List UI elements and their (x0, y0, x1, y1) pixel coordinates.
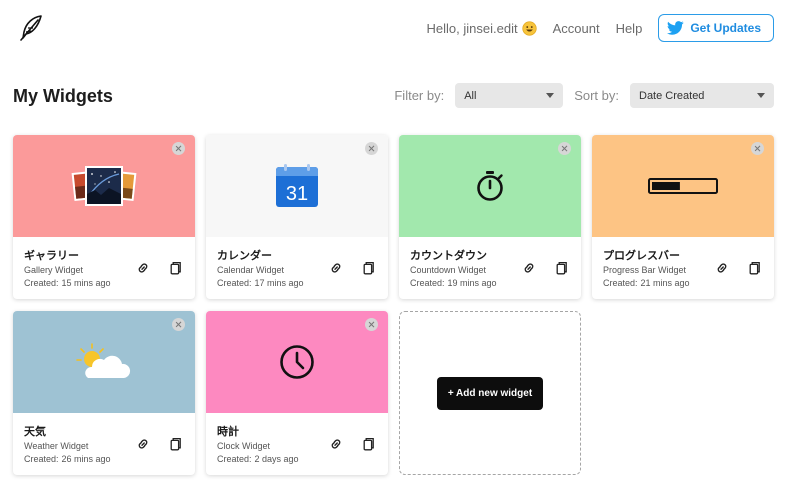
widget-preview (206, 311, 388, 413)
sort-value: Date Created (639, 89, 705, 102)
widget-preview (13, 311, 195, 413)
created-time: 19 mins ago (447, 278, 497, 288)
widget-type: Progress Bar Widget (603, 265, 687, 275)
created-time: 17 mins ago (254, 278, 304, 288)
progress-fill (652, 182, 680, 190)
filter-label: Filter by: (394, 88, 445, 103)
copy-icon[interactable] (167, 260, 183, 276)
widget-created: Created: 26 mins ago (24, 454, 111, 464)
feather-logo-icon[interactable] (18, 14, 44, 42)
created-prefix: Created: (217, 454, 252, 464)
link-icon[interactable] (521, 260, 537, 276)
widget-name: カレンダー (217, 250, 272, 262)
widget-created: Created: 17 mins ago (217, 278, 304, 288)
close-icon[interactable] (365, 318, 378, 331)
stopwatch-icon (477, 171, 503, 201)
top-nav: Hello, jinsei.edit Account Help Get Upda… (427, 14, 774, 42)
progress-bar-icon (648, 178, 718, 194)
calendar-icon: 31 (276, 164, 318, 207)
add-new-widget-button[interactable]: + Add new widget (437, 377, 543, 410)
widget-created: Created: 19 mins ago (410, 278, 497, 288)
clock-icon (280, 345, 314, 379)
filter-select[interactable]: All (455, 83, 564, 108)
link-icon[interactable] (714, 260, 730, 276)
sort-select[interactable]: Date Created (630, 83, 774, 108)
greeting-text: Hello, jinsei.edit (426, 20, 518, 36)
close-icon[interactable] (751, 142, 764, 155)
widget-card-calendar[interactable]: 31 カレンダー Calendar Widget Created: 17 mins… (206, 135, 388, 299)
account-link[interactable]: Account (553, 21, 600, 36)
chevron-down-icon (546, 93, 555, 98)
widget-name: プログレスバー (603, 250, 680, 262)
widget-name: 天気 (24, 426, 46, 438)
top-bar: Hello, jinsei.edit Account Help Get Upda… (0, 0, 800, 56)
gallery-icon (71, 166, 137, 206)
page-title: My Widgets (13, 86, 113, 106)
created-prefix: Created: (217, 278, 252, 288)
widget-card-clock[interactable]: 時計 Clock Widget Created: 2 days ago (206, 311, 388, 475)
created-time: 26 mins ago (61, 454, 111, 464)
widget-card-gallery[interactable]: ギャラリー Gallery Widget Created: 15 mins ago (13, 135, 195, 299)
get-updates-button[interactable]: Get Updates (658, 14, 774, 42)
twitter-bird-icon (667, 21, 685, 35)
weather-icon (76, 343, 131, 378)
close-icon[interactable] (558, 142, 571, 155)
widget-type: Calendar Widget (217, 265, 285, 275)
widget-name: 時計 (217, 426, 239, 438)
link-icon[interactable] (328, 436, 344, 452)
created-time: 15 mins ago (61, 278, 111, 288)
widget-card-countdown[interactable]: カウントダウン Countdown Widget Created: 19 mins… (399, 135, 581, 299)
created-prefix: Created: (410, 278, 445, 288)
widget-preview (13, 135, 195, 237)
widget-created: Created: 2 days ago (217, 454, 299, 464)
copy-icon[interactable] (746, 260, 762, 276)
help-link[interactable]: Help (616, 21, 643, 36)
filter-value: All (464, 89, 477, 102)
created-prefix: Created: (603, 278, 638, 288)
filter-sort-controls: Filter by: All Sort by: Date Created (394, 83, 774, 108)
widget-type: Weather Widget (24, 441, 89, 451)
close-icon[interactable] (172, 142, 185, 155)
chevron-down-icon (757, 93, 765, 98)
calendar-day: 31 (286, 183, 308, 205)
close-icon[interactable] (365, 142, 378, 155)
add-widget-placeholder: + Add new widget (399, 311, 581, 475)
link-icon[interactable] (135, 436, 151, 452)
created-prefix: Created: (24, 278, 59, 288)
created-time: 21 mins ago (640, 278, 690, 288)
close-icon[interactable] (172, 318, 185, 331)
copy-icon[interactable] (553, 260, 569, 276)
widget-name: カウントダウン (410, 250, 487, 262)
link-icon[interactable] (328, 260, 344, 276)
widget-type: Clock Widget (217, 441, 271, 451)
widget-created: Created: 15 mins ago (24, 278, 111, 288)
widget-preview (399, 135, 581, 237)
copy-icon[interactable] (360, 260, 376, 276)
get-updates-label: Get Updates (690, 21, 761, 35)
widget-preview: 31 (206, 135, 388, 237)
grinning-emoji-icon (521, 20, 537, 36)
copy-icon[interactable] (360, 436, 376, 452)
link-icon[interactable] (135, 260, 151, 276)
copy-icon[interactable] (167, 436, 183, 452)
widget-name: ギャラリー (24, 250, 79, 262)
widget-type: Gallery Widget (24, 265, 84, 275)
created-prefix: Created: (24, 454, 59, 464)
widget-type: Countdown Widget (410, 265, 487, 275)
widget-card-progress-bar[interactable]: プログレスバー Progress Bar Widget Created: 21 m… (592, 135, 774, 299)
widget-card-weather[interactable]: 天気 Weather Widget Created: 26 mins ago (13, 311, 195, 475)
widget-created: Created: 21 mins ago (603, 278, 690, 288)
created-time: 2 days ago (254, 454, 299, 464)
widget-preview (592, 135, 774, 237)
greeting: Hello, jinsei.edit (427, 21, 537, 36)
sort-label: Sort by: (574, 88, 619, 103)
